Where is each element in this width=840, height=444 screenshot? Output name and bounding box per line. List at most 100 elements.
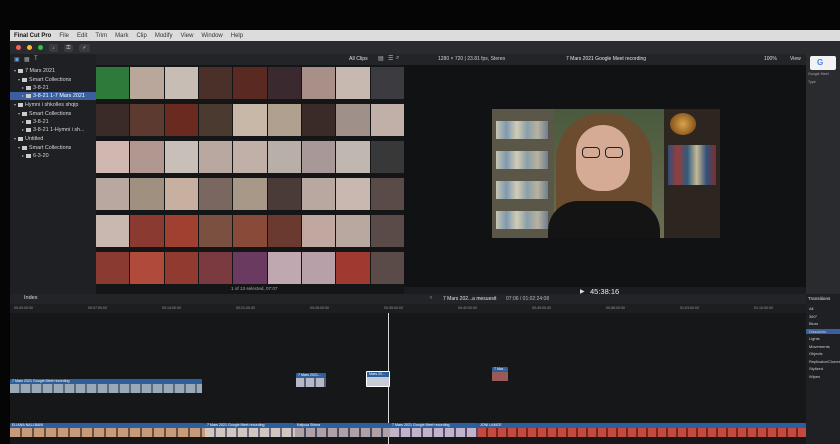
- import-icon[interactable]: ↓: [49, 43, 58, 52]
- transition-category[interactable]: Stylized: [809, 366, 823, 371]
- clip-thumbnail[interactable]: [301, 67, 336, 99]
- photos-icon[interactable]: ▦: [24, 56, 30, 63]
- connected-clip[interactable]: 7 Mar...: [492, 367, 508, 381]
- disclosure-icon[interactable]: ▾: [18, 144, 20, 152]
- menu-view[interactable]: View: [181, 33, 194, 39]
- primary-clip[interactable]: 7 Mars 2021 Google Meet recording: [205, 423, 295, 437]
- clip-filter-dropdown[interactable]: All Clips: [349, 56, 368, 62]
- menu-help[interactable]: Help: [231, 33, 243, 39]
- clip-thumbnail[interactable]: [96, 67, 130, 99]
- app-menu[interactable]: Final Cut Pro: [14, 33, 51, 39]
- zoom-dropdown[interactable]: 100%: [764, 56, 777, 62]
- transition-category[interactable]: Wipes: [809, 374, 820, 379]
- connected-clip[interactable]: 7 Mars 2021...: [296, 373, 326, 387]
- clip-thumbnail[interactable]: [370, 104, 404, 136]
- clip-thumbnail[interactable]: [301, 252, 336, 284]
- view-dropdown[interactable]: View: [790, 56, 801, 62]
- library-icon[interactable]: ▣: [14, 56, 20, 63]
- clip-thumbnail[interactable]: [370, 141, 404, 173]
- connected-clip[interactable]: 7 Mars 2021 Google Meet recording: [10, 379, 202, 393]
- primary-clip[interactable]: Katjusa Shima: [295, 423, 390, 437]
- clip-thumbnail[interactable]: [130, 104, 164, 136]
- clip-thumbnail[interactable]: [130, 215, 164, 247]
- library-item-7[interactable]: ▸ 3-8-21 1-Hymni i sh...: [14, 126, 85, 134]
- clip-thumbnail[interactable]: [198, 104, 233, 136]
- menu-mark[interactable]: Mark: [115, 33, 128, 39]
- clip-thumbnail[interactable]: [96, 141, 130, 173]
- clip-thumbnail[interactable]: [370, 67, 404, 99]
- clip-thumbnail[interactable]: [336, 215, 370, 247]
- clip-thumbnail[interactable]: [233, 178, 267, 210]
- primary-clip[interactable]: JONI LAMCE: [478, 423, 806, 437]
- clip-thumbnail[interactable]: [233, 67, 267, 99]
- clip-thumbnail[interactable]: [370, 178, 404, 210]
- filmstrip-row[interactable]: [96, 178, 404, 210]
- library-item-0[interactable]: ▾ 7 Mars 2021: [14, 67, 55, 75]
- clip-thumbnail[interactable]: [164, 178, 198, 210]
- disclosure-icon[interactable]: ▾: [14, 67, 16, 75]
- clip-thumbnail[interactable]: [198, 178, 233, 210]
- primary-clip[interactable]: ELIANA NALLBANI: [10, 423, 205, 437]
- clip-thumbnail[interactable]: [267, 141, 301, 173]
- transition-category[interactable]: Blurs: [809, 321, 818, 326]
- clip-thumbnail[interactable]: [301, 215, 336, 247]
- filmstrip-row[interactable]: [96, 141, 404, 173]
- clip-thumbnail[interactable]: [267, 178, 301, 210]
- disclosure-icon[interactable]: ▾: [14, 101, 16, 109]
- clip-thumbnail[interactable]: [267, 252, 301, 284]
- library-item-1[interactable]: ▾ Smart Collections: [14, 76, 71, 84]
- keywords-icon[interactable]: ⚿: [63, 43, 74, 52]
- library-item-10[interactable]: ▸ 6-3-20: [14, 152, 49, 160]
- clip-thumbnail[interactable]: [267, 215, 301, 247]
- disclosure-icon[interactable]: ▾: [14, 135, 16, 143]
- clip-thumbnail[interactable]: [130, 178, 164, 210]
- clip-thumbnail[interactable]: [96, 252, 130, 284]
- clip-thumbnail[interactable]: [164, 141, 198, 173]
- project-name[interactable]: 7 Mars 202...a mesuesit: [443, 296, 496, 302]
- menu-trim[interactable]: Trim: [95, 33, 107, 39]
- titles-icon[interactable]: T: [34, 56, 38, 62]
- primary-clip[interactable]: 7 Mars 2021 Google Meet recording: [390, 423, 478, 437]
- clip-thumbnail[interactable]: [96, 215, 130, 247]
- clip-thumbnail[interactable]: [301, 178, 336, 210]
- clip-thumbnail[interactable]: [267, 104, 301, 136]
- transition-category[interactable]: Replicator/Clones: [809, 359, 840, 364]
- timeline[interactable]: 7 Mars 2021 Google Meet recording 7 Mars…: [10, 313, 806, 444]
- library-item-9[interactable]: ▾ Smart Collections: [14, 144, 71, 152]
- filmstrip-row[interactable]: [96, 104, 404, 136]
- disclosure-icon[interactable]: ▸: [22, 152, 24, 160]
- clip-thumbnail[interactable]: [164, 252, 198, 284]
- transition-category[interactable]: Lights: [809, 336, 820, 341]
- library-item-8[interactable]: ▾ Untitled: [14, 135, 43, 143]
- disclosure-icon[interactable]: ▸: [22, 92, 24, 100]
- clip-thumbnail[interactable]: [301, 141, 336, 173]
- library-item-5[interactable]: ▾ Smart Collections: [14, 110, 71, 118]
- library-item-3[interactable]: ▸ 3-8-21 1-7 Mars 2021: [10, 92, 96, 100]
- filmstrip-row[interactable]: [96, 215, 404, 247]
- disclosure-icon[interactable]: ▾: [18, 110, 20, 118]
- transition-category[interactable]: Objects: [809, 351, 823, 356]
- back-arrow-icon[interactable]: ‹: [430, 295, 432, 301]
- clip-thumbnail[interactable]: [336, 141, 370, 173]
- clip-thumbnail[interactable]: [130, 67, 164, 99]
- filmstrip-row[interactable]: [96, 252, 404, 284]
- disclosure-icon[interactable]: ▸: [22, 118, 24, 126]
- clip-thumbnail[interactable]: [164, 215, 198, 247]
- transition-category[interactable]: Movements: [809, 344, 830, 349]
- filmstrip-view-icon[interactable]: ▤: [378, 55, 384, 62]
- minimize-window-button[interactable]: [27, 45, 32, 50]
- clip-thumbnail[interactable]: [96, 178, 130, 210]
- connected-clip-selected[interactable]: Mars 20...: [366, 371, 390, 387]
- menu-edit[interactable]: Edit: [77, 33, 87, 39]
- clip-thumbnail[interactable]: [336, 104, 370, 136]
- index-button[interactable]: Index: [24, 295, 37, 301]
- clip-thumbnail[interactable]: [336, 252, 370, 284]
- search-icon[interactable]: ⌕: [396, 55, 399, 62]
- disclosure-icon[interactable]: ▾: [18, 76, 20, 84]
- clip-thumbnail[interactable]: [336, 67, 370, 99]
- list-view-icon[interactable]: ☰: [388, 55, 393, 62]
- zoom-window-button[interactable]: [38, 45, 43, 50]
- background-tasks-icon[interactable]: ✓: [79, 43, 90, 52]
- clip-thumbnail[interactable]: [267, 67, 301, 99]
- filmstrip-row[interactable]: [96, 67, 404, 99]
